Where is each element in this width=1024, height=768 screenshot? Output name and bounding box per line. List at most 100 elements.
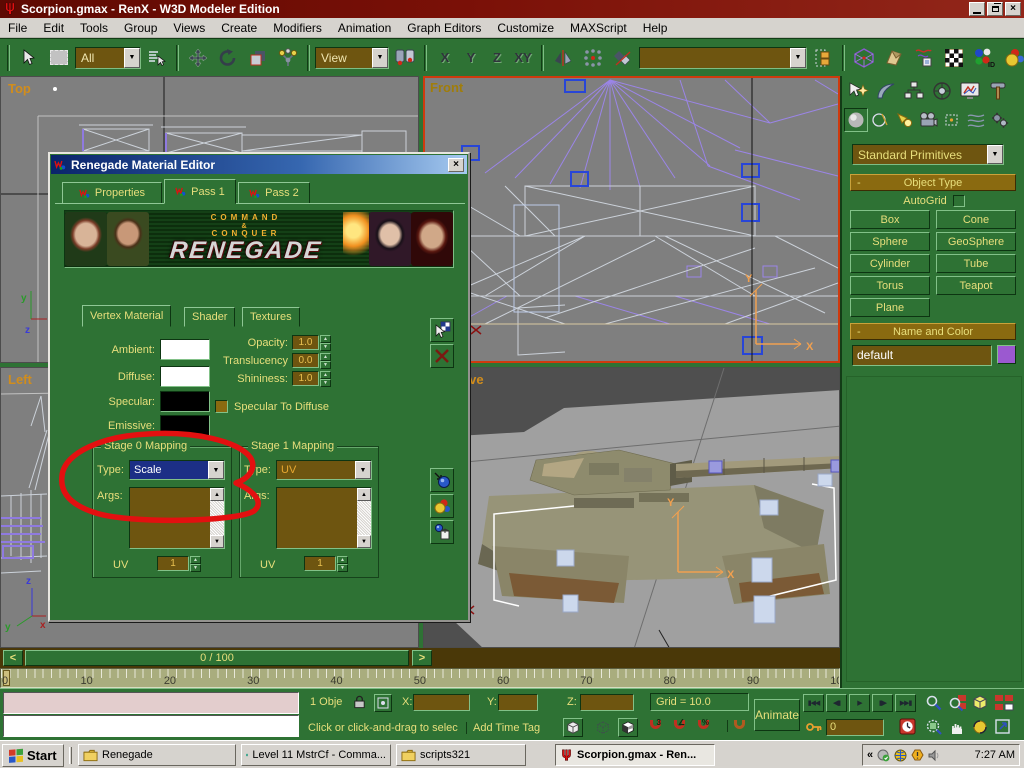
dotted-cube-icon[interactable] (593, 718, 613, 737)
utilities-tab-icon[interactable] (984, 78, 1012, 104)
zoom-all-icon[interactable] (948, 694, 968, 712)
checker-cube-icon[interactable] (618, 718, 638, 737)
region-zoom-icon[interactable] (925, 718, 943, 736)
restore-icon[interactable] (987, 2, 1003, 16)
primitive-button[interactable]: Cone (936, 210, 1016, 229)
primitive-button[interactable]: Tube (936, 254, 1016, 273)
z-coord-field[interactable] (580, 694, 634, 711)
selection-filter-dropdown[interactable]: All ▼ (75, 47, 141, 69)
add-time-tag-button[interactable]: Add Time Tag (466, 722, 540, 734)
create-tab-icon[interactable] (844, 78, 872, 104)
alert-icon[interactable] (911, 749, 924, 762)
cameras-category-icon[interactable] (916, 108, 940, 132)
chevron-down-icon[interactable]: ▼ (987, 145, 1003, 164)
playback-button[interactable]: ▮▶ (872, 694, 893, 712)
tray-chevron-button[interactable]: « (867, 749, 873, 761)
stage1-uv-spinner[interactable]: ▲▼ (337, 556, 348, 571)
scale-icon[interactable] (244, 44, 272, 72)
dialog-titlebar[interactable]: Renegade Material Editor × (51, 155, 467, 174)
region-select-icon[interactable] (45, 44, 73, 72)
zoom-extents-icon[interactable] (971, 694, 989, 712)
stage0-uv-spinner[interactable]: ▲▼ (190, 556, 201, 571)
spinner-snap-icon[interactable] (727, 720, 745, 732)
reference-coordsys-dropdown[interactable]: View ▼ (315, 47, 389, 69)
dialog-close-icon[interactable]: × (448, 158, 464, 172)
taskbar-task-scripts321[interactable]: scripts321 (396, 744, 526, 766)
material-editor-icon[interactable] (940, 44, 968, 72)
array-icon[interactable] (579, 44, 607, 72)
menu-item[interactable]: Group (116, 19, 165, 37)
clear-material-button[interactable] (430, 344, 454, 368)
time-configuration-icon[interactable] (899, 718, 916, 735)
opacity-spinner[interactable]: ▲▼ (320, 335, 331, 350)
menu-item[interactable]: Animation (330, 19, 399, 37)
start-button[interactable]: Start (2, 744, 64, 767)
current-frame-field[interactable]: 0 (826, 719, 884, 736)
viewport-front[interactable]: Y X Front (423, 76, 840, 363)
primitive-button[interactable]: Torus (850, 276, 930, 295)
hierarchy-tab-icon[interactable] (900, 78, 928, 104)
specular-color-swatch[interactable] (160, 391, 210, 412)
draft-cube-icon[interactable] (563, 718, 583, 737)
axis-constraint-button[interactable]: X (432, 45, 458, 71)
pan-hand-icon[interactable] (948, 718, 966, 736)
chevron-down-icon[interactable]: ▼ (790, 48, 806, 68)
opacity-value[interactable]: 1.0 (292, 335, 319, 350)
arc-rotate-icon[interactable] (971, 718, 989, 736)
select-by-name-icon[interactable] (143, 44, 171, 72)
menu-item[interactable]: Views (165, 19, 213, 37)
zoom-icon[interactable] (925, 694, 943, 712)
tab-properties[interactable]: Properties (62, 182, 162, 204)
render-icon[interactable] (1000, 44, 1024, 72)
chevron-down-icon[interactable]: ▼ (124, 48, 140, 68)
specular-to-diffuse-checkbox[interactable] (215, 400, 228, 413)
chevron-down-icon[interactable]: ▼ (355, 461, 371, 479)
time-slider[interactable]: 0 / 100 (25, 650, 409, 666)
schematic-view-icon[interactable] (910, 44, 938, 72)
align-icon[interactable] (609, 44, 637, 72)
menu-item[interactable]: MAXScript (562, 19, 635, 37)
object-name-field[interactable]: default (852, 345, 992, 366)
x-coord-field[interactable] (413, 694, 470, 711)
shininess-value[interactable]: 1.0 (292, 371, 319, 386)
display-tab-icon[interactable] (956, 78, 984, 104)
macro-recorder-field[interactable] (3, 692, 299, 714)
named-selection-dropdown[interactable]: ▼ (639, 47, 807, 69)
name-color-rollout-header[interactable]: - Name and Color (850, 323, 1016, 340)
show-material-in-viewport-button[interactable] (430, 494, 454, 518)
playback-button[interactable]: ▶▶▮ (895, 694, 916, 712)
mirror-icon[interactable] (549, 44, 577, 72)
snap-3d-icon[interactable]: 3 (650, 720, 661, 732)
stage1-uv-value[interactable]: 1 (304, 556, 336, 571)
zoom-extents-all-icon[interactable] (994, 694, 1014, 712)
shininess-spinner[interactable]: ▲▼ (320, 371, 331, 386)
stage1-type-dropdown[interactable]: UV ▼ (276, 460, 372, 480)
translucency-spinner[interactable]: ▲▼ (320, 353, 331, 368)
next-key-button[interactable]: > (412, 650, 432, 666)
object-type-rollout-header[interactable]: - Object Type (850, 174, 1016, 191)
playback-button[interactable]: ▮◀◀ (803, 694, 824, 712)
absolute-mode-icon[interactable] (374, 694, 392, 712)
menu-item[interactable]: File (0, 19, 35, 37)
primitive-button[interactable]: Teapot (936, 276, 1016, 295)
primitive-button[interactable]: GeoSphere (936, 232, 1016, 251)
curve-editor-icon[interactable] (850, 44, 878, 72)
menu-item[interactable]: Graph Editors (399, 19, 489, 37)
autogrid-checkbox[interactable] (953, 195, 965, 207)
chevron-down-icon[interactable]: ▼ (372, 48, 388, 68)
pick-material-from-scene-button[interactable] (430, 318, 454, 342)
shapes-category-icon[interactable] (868, 108, 892, 132)
primitive-button[interactable]: Cylinder (850, 254, 930, 273)
named-selection-sets-icon[interactable] (809, 44, 837, 72)
menu-item[interactable]: Help (635, 19, 676, 37)
emissive-color-swatch[interactable] (160, 415, 210, 436)
object-color-swatch[interactable] (997, 345, 1016, 364)
tab-pass-2[interactable]: Pass 2 (238, 182, 310, 204)
rollout-collapse-icon[interactable]: - (857, 326, 861, 338)
axis-constraint-button[interactable]: Z (484, 45, 510, 71)
modify-tab-icon[interactable] (872, 78, 900, 104)
subtab-shader[interactable]: Shader (184, 307, 235, 327)
axis-constraint-button[interactable]: Y (458, 45, 484, 71)
translucency-value[interactable]: 0.0 (292, 353, 319, 368)
primitive-button[interactable]: Sphere (850, 232, 930, 251)
